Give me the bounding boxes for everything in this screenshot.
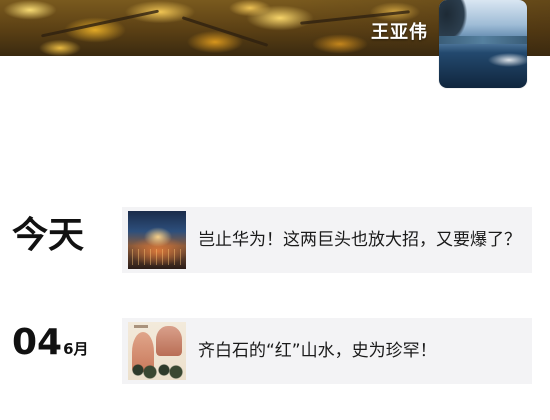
post-title[interactable]: 齐白石的“红”山水，史为珍罕！ xyxy=(198,339,524,363)
profile-name[interactable]: 王亚伟 xyxy=(371,18,428,44)
tree-cluster xyxy=(130,362,184,380)
branch-decoration xyxy=(181,16,269,47)
date-label: 046月 xyxy=(12,322,89,363)
red-mountain xyxy=(156,326,182,356)
landscape-painting-thumbnail[interactable] xyxy=(128,322,186,380)
moments-page: 王亚伟 今天 岂止华为！这两巨头也放大招，又要爆了？ 046月 齐白石的“红”山… xyxy=(0,0,550,420)
tech-city-thumbnail[interactable] xyxy=(128,211,186,269)
date-label-today: 今天 xyxy=(12,215,85,256)
date-month: 6月 xyxy=(63,340,89,358)
date-day: 04 xyxy=(12,322,63,363)
post-title[interactable]: 岂止华为！这两巨头也放大招，又要爆了？ xyxy=(198,228,524,252)
city-lights xyxy=(132,249,182,265)
branch-decoration xyxy=(40,9,160,38)
feed-post[interactable]: 岂止华为！这两巨头也放大招，又要爆了？ xyxy=(122,207,532,273)
feed-post[interactable]: 齐白石的“红”山水，史为珍罕！ xyxy=(122,318,532,384)
calligraphy-mark xyxy=(134,325,148,328)
far-shore xyxy=(439,36,527,44)
avatar[interactable] xyxy=(439,0,527,88)
